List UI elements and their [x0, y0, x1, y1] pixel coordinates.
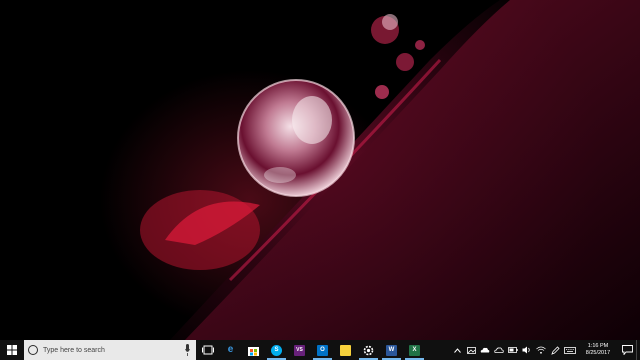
- action-center-button[interactable]: [618, 340, 636, 360]
- taskbar-app-sticky-notes[interactable]: [334, 340, 357, 360]
- search-placeholder: Type here to search: [43, 346, 105, 354]
- keyboard-icon[interactable]: [562, 340, 578, 360]
- volume-icon[interactable]: [520, 340, 534, 360]
- skype-icon: S: [271, 344, 282, 356]
- taskbar-app-outlook[interactable]: O: [311, 340, 334, 360]
- clock-date: 8/25/2017: [585, 350, 611, 356]
- visual-studio-icon: VS: [294, 344, 305, 356]
- outlook-icon: O: [317, 344, 328, 356]
- desktop-wallpaper: [0, 0, 640, 340]
- taskbar-app-settings[interactable]: [357, 340, 380, 360]
- clock[interactable]: 1:16 PM 8/25/2017: [578, 340, 618, 360]
- store-icon: [248, 346, 259, 356]
- taskbar-app-edge[interactable]: e: [219, 340, 242, 360]
- wallpaper-image: [0, 0, 640, 340]
- edge-icon: e: [227, 344, 234, 355]
- show-desktop-button[interactable]: [636, 340, 640, 360]
- notification-icon: [621, 345, 633, 355]
- task-view-icon: [201, 345, 214, 355]
- taskbar-app-excel[interactable]: X: [403, 340, 426, 360]
- chevron-up-icon[interactable]: [450, 340, 464, 360]
- excel-icon: X: [409, 344, 420, 356]
- word-icon: W: [386, 344, 397, 356]
- onedrive-icon[interactable]: [478, 340, 492, 360]
- gear-icon: [363, 345, 374, 355]
- task-view-button[interactable]: [196, 340, 219, 360]
- cortana-icon: [28, 345, 38, 355]
- clock-time: 1:16 PM: [587, 343, 609, 349]
- battery-icon[interactable]: [506, 340, 520, 360]
- taskbar-app-store[interactable]: [242, 340, 265, 360]
- photos-icon[interactable]: [464, 340, 478, 360]
- microphone-icon[interactable]: [185, 344, 190, 356]
- pen-icon[interactable]: [548, 340, 562, 360]
- cloud-icon[interactable]: [492, 340, 506, 360]
- sticky-notes-icon: [340, 344, 351, 356]
- taskbar: Type here to search e S VS O W X 1:16 PM…: [0, 340, 640, 360]
- taskbar-app-skype[interactable]: S: [265, 340, 288, 360]
- search-box[interactable]: Type here to search: [24, 340, 196, 360]
- taskbar-app-visual-studio[interactable]: VS: [288, 340, 311, 360]
- system-tray: 1:16 PM 8/25/2017: [450, 340, 640, 360]
- windows-logo-icon: [7, 345, 17, 355]
- wifi-icon[interactable]: [534, 340, 548, 360]
- start-button[interactable]: [0, 340, 24, 360]
- taskbar-app-word[interactable]: W: [380, 340, 403, 360]
